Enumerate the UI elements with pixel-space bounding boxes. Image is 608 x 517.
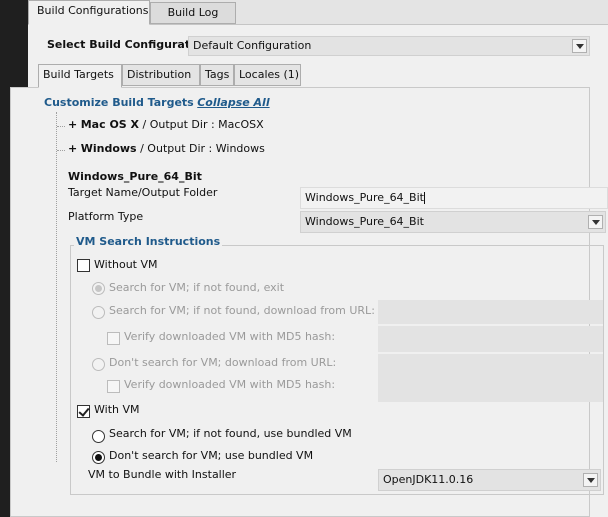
chevron-down-icon[interactable]: [583, 473, 598, 487]
target-name-label: Target Name/Output Folder: [68, 186, 218, 199]
tree-branch: [57, 126, 65, 127]
tree-line: [56, 112, 57, 462]
with-vm-label: With VM: [94, 403, 140, 416]
chevron-down-icon[interactable]: [588, 215, 603, 229]
md5-hash-input[interactable]: [378, 326, 603, 352]
search-exit-label: Search for VM; if not found, exit: [109, 281, 285, 294]
download-url-label: Don't search for VM; download from URL:: [109, 356, 337, 369]
target-name: Windows: [80, 142, 137, 155]
tab-build-configurations[interactable]: Build Configurations: [28, 0, 150, 25]
use-bundled-label: Don't search for VM; use bundled VM: [109, 449, 314, 462]
bundle-vm-label: VM to Bundle with Installer: [88, 468, 237, 481]
target-macosx[interactable]: + Mac OS X / Output Dir : MacOSX: [68, 118, 264, 131]
platform-type-select[interactable]: Windows_Pure_64_Bit: [300, 211, 606, 233]
target-detail-heading: Windows_Pure_64_Bit: [68, 170, 202, 183]
tree-branch: [57, 150, 65, 151]
without-vm-label: Without VM: [94, 258, 158, 271]
tab-build-targets[interactable]: Build Targets: [38, 64, 122, 88]
text-cursor: [423, 192, 425, 204]
expand-icon[interactable]: +: [68, 118, 77, 131]
tab-distribution[interactable]: Distribution: [122, 64, 200, 86]
target-name-value: Windows_Pure_64_Bit: [305, 191, 424, 204]
verify-md5-label-2: Verify downloaded VM with MD5 hash:: [124, 378, 336, 391]
verify-md5-label: Verify downloaded VM with MD5 hash:: [124, 330, 336, 343]
platform-type-label: Platform Type: [68, 210, 144, 223]
collapse-all-link[interactable]: Collapse All: [197, 96, 269, 109]
search-exit-radio[interactable]: [92, 282, 105, 295]
chevron-down-icon[interactable]: [572, 39, 587, 53]
target-windows[interactable]: + Windows / Output Dir : Windows: [68, 142, 265, 155]
search-bundled-radio[interactable]: [92, 430, 105, 443]
search-download-radio[interactable]: [92, 306, 105, 319]
build-config-value: Default Configuration: [193, 39, 312, 52]
md5-hash-input-2[interactable]: [378, 378, 603, 402]
platform-type-value: Windows_Pure_64_Bit: [305, 215, 424, 228]
bundle-vm-value: OpenJDK11.0.16: [383, 473, 474, 486]
tab-locales[interactable]: Locales (1): [234, 64, 301, 86]
search-download-label: Search for VM; if not found, download fr…: [109, 304, 375, 317]
target-name: Mac OS X: [80, 118, 140, 131]
use-bundled-radio[interactable]: [92, 451, 105, 464]
target-name-input[interactable]: Windows_Pure_64_Bit: [300, 187, 608, 209]
customize-header: Customize Build Targets Collapse All: [44, 96, 270, 109]
without-vm-checkbox[interactable]: [77, 259, 90, 272]
expand-icon[interactable]: +: [68, 142, 77, 155]
search-bundled-label: Search for VM; if not found, use bundled…: [109, 427, 352, 440]
target-output: / Output Dir : MacOSX: [139, 118, 264, 131]
select-config-label: Select Build Configuration: [47, 38, 210, 51]
download-url-radio[interactable]: [92, 358, 105, 371]
tab-build-log[interactable]: Build Log: [150, 2, 236, 24]
with-vm-checkbox[interactable]: [77, 405, 90, 418]
tab-tags[interactable]: Tags: [200, 64, 234, 86]
download-url-input[interactable]: [378, 300, 603, 324]
bundle-vm-select[interactable]: OpenJDK11.0.16: [378, 469, 601, 491]
download-only-url-input[interactable]: [378, 354, 603, 378]
target-output: / Output Dir : Windows: [136, 142, 265, 155]
customize-title: Customize Build Targets: [44, 96, 194, 109]
verify-md5-checkbox[interactable]: [107, 332, 120, 345]
vm-group-title: VM Search Instructions: [74, 235, 223, 248]
build-config-select[interactable]: Default Configuration: [188, 36, 590, 56]
verify-md5-checkbox-2[interactable]: [107, 380, 120, 393]
